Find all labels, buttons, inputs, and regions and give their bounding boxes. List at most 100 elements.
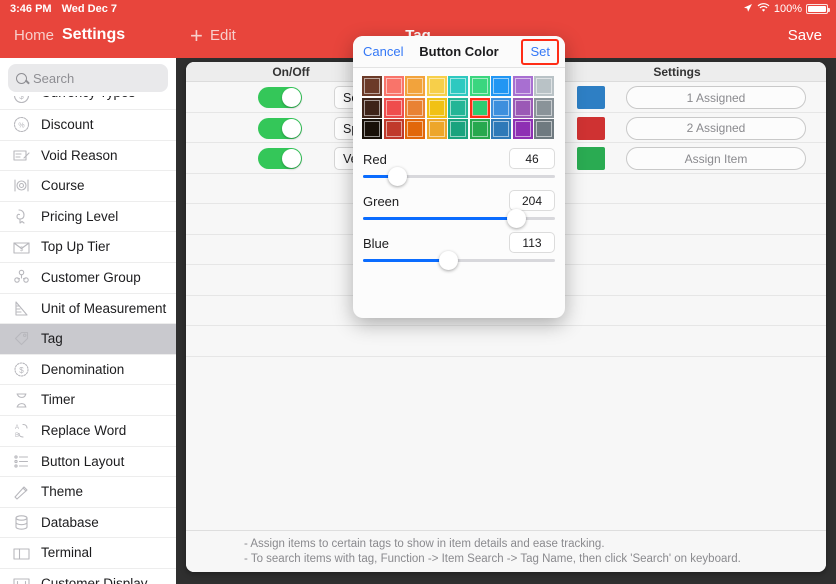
slider-fill	[363, 217, 517, 220]
slider-value-field[interactable]: 204	[509, 190, 555, 211]
sidebar-item-denomination[interactable]: $ Denomination	[0, 354, 176, 386]
sidebar-item-pricing-level[interactable]: Pricing Level	[0, 201, 176, 233]
sidebar-item-button-layout[interactable]: Button Layout	[0, 446, 176, 478]
color-swatch[interactable]	[405, 76, 425, 96]
color-swatch[interactable]	[491, 97, 511, 118]
hourglass-icon	[12, 391, 31, 410]
sidebar-item-label: Customer Display	[41, 575, 148, 584]
sidebar-item-database[interactable]: Database	[0, 507, 176, 539]
toggle-switch[interactable]	[258, 117, 302, 139]
set-button[interactable]: Set	[521, 39, 559, 65]
color-swatch-inner	[385, 78, 402, 94]
color-swatch[interactable]	[534, 76, 554, 96]
color-swatch-inner	[514, 99, 531, 116]
slider-value-field[interactable]: 46	[509, 148, 555, 169]
color-swatch-inner	[450, 121, 466, 137]
color-swatch-inner	[364, 99, 380, 116]
percent-badge-icon: %	[12, 115, 31, 134]
color-swatch[interactable]	[426, 76, 447, 96]
search-icon	[16, 72, 27, 84]
sidebar-item-theme[interactable]: Theme	[0, 477, 176, 508]
sidebar-item-discount[interactable]: % Discount	[0, 110, 176, 141]
color-swatch[interactable]	[448, 119, 468, 139]
assign-item-button[interactable]: 1 Assigned	[626, 86, 806, 109]
slider-track[interactable]	[363, 209, 555, 228]
color-swatch[interactable]	[383, 97, 404, 118]
color-swatch[interactable]	[405, 119, 425, 139]
sidebar-item-customer-display[interactable]: Customer Display	[0, 568, 176, 584]
color-swatch[interactable]	[512, 76, 533, 96]
sidebar-item-unit-of-measurement[interactable]: Unit of Measurement	[0, 293, 176, 325]
settings-sidebar: Search $ Currency Types% Discount Void Reas…	[0, 58, 176, 584]
color-swatch[interactable]	[448, 97, 468, 118]
color-swatch[interactable]	[534, 119, 554, 139]
sidebar-item-timer[interactable]: Timer	[0, 385, 176, 416]
color-swatch-inner	[407, 99, 423, 116]
slider-value-field[interactable]: 113	[509, 232, 555, 253]
sidebar-item-label: Theme	[41, 484, 84, 500]
slider-track[interactable]	[363, 167, 555, 186]
color-swatch-inner	[493, 99, 509, 116]
color-swatch-inner	[471, 121, 488, 137]
color-swatch[interactable]	[383, 76, 404, 96]
toggle-knob	[282, 118, 301, 138]
slider-track[interactable]	[363, 251, 555, 270]
color-swatch[interactable]	[491, 119, 511, 139]
color-swatch[interactable]	[405, 97, 425, 118]
sidebar-item-label: Pricing Level	[41, 208, 119, 224]
save-button[interactable]: Save	[788, 27, 822, 44]
column-header-settings: Settings	[653, 65, 701, 79]
slider-knob[interactable]	[438, 251, 458, 270]
sidebar-item-currency-types[interactable]: $ Currency Types	[0, 96, 176, 110]
color-swatch[interactable]	[469, 119, 490, 139]
color-swatch-inner	[536, 121, 552, 137]
slider-label: Blue	[363, 236, 390, 251]
tag-color-swatch[interactable]	[577, 86, 605, 109]
tag-icon	[12, 329, 31, 348]
people-group-icon	[12, 268, 31, 287]
footer-help-text: - Assign items to certain tags to show i…	[186, 530, 826, 572]
toggle-switch[interactable]	[258, 87, 302, 108]
assign-item-button[interactable]: 2 Assigned	[626, 116, 806, 140]
search-input[interactable]: Search	[8, 64, 168, 92]
sidebar-item-terminal[interactable]: Terminal	[0, 538, 176, 569]
status-time: 3:46 PM	[10, 3, 52, 15]
tag-color-swatch[interactable]	[577, 116, 605, 140]
sidebar-item-customer-group[interactable]: Customer Group	[0, 262, 176, 294]
toggle-switch[interactable]	[258, 148, 302, 169]
tag-color-swatch[interactable]	[577, 147, 605, 170]
color-swatch[interactable]	[491, 76, 511, 96]
color-swatch[interactable]	[512, 97, 533, 118]
sidebar-item-top-up-tier[interactable]: $ Top Up Tier	[0, 232, 176, 263]
sidebar-item-void-reason[interactable]: Void Reason	[0, 140, 176, 172]
color-swatch[interactable]	[469, 97, 490, 118]
color-swatch-inner	[471, 78, 488, 94]
color-swatch[interactable]	[383, 119, 404, 139]
coin-dollar-icon: $	[12, 360, 31, 379]
list-layout-icon	[12, 452, 31, 471]
sidebar-item-label: Terminal	[41, 545, 93, 561]
color-swatch[interactable]	[426, 119, 447, 139]
svg-text:%: %	[18, 123, 24, 130]
sidebar-item-label: Unit of Measurement	[41, 300, 167, 316]
color-swatch[interactable]	[362, 97, 382, 118]
assign-item-button[interactable]: Assign Item	[626, 147, 806, 170]
color-swatch[interactable]	[512, 119, 533, 139]
color-swatch[interactable]	[362, 76, 382, 96]
color-swatch[interactable]	[426, 97, 447, 118]
slider-knob[interactable]	[507, 209, 527, 228]
sidebar-item-label: Discount	[41, 117, 94, 133]
sidebar-item-course[interactable]: Course	[0, 171, 176, 202]
sidebar-item-replace-word[interactable]: A B Replace Word	[0, 415, 176, 447]
color-swatch[interactable]	[448, 76, 468, 96]
sidebar-item-label: Customer Group	[41, 270, 141, 286]
search-container: Search	[0, 58, 176, 96]
color-swatch-inner	[536, 99, 552, 116]
color-swatch[interactable]	[469, 76, 490, 96]
color-swatch[interactable]	[362, 119, 382, 139]
price-tag-swirl-icon	[12, 207, 31, 226]
sidebar-item-tag[interactable]: Tag	[0, 324, 176, 355]
slider-knob[interactable]	[388, 167, 408, 186]
color-swatch[interactable]	[534, 97, 554, 118]
status-bar: 3:46 PM Wed Dec 7 100%	[0, 0, 836, 18]
